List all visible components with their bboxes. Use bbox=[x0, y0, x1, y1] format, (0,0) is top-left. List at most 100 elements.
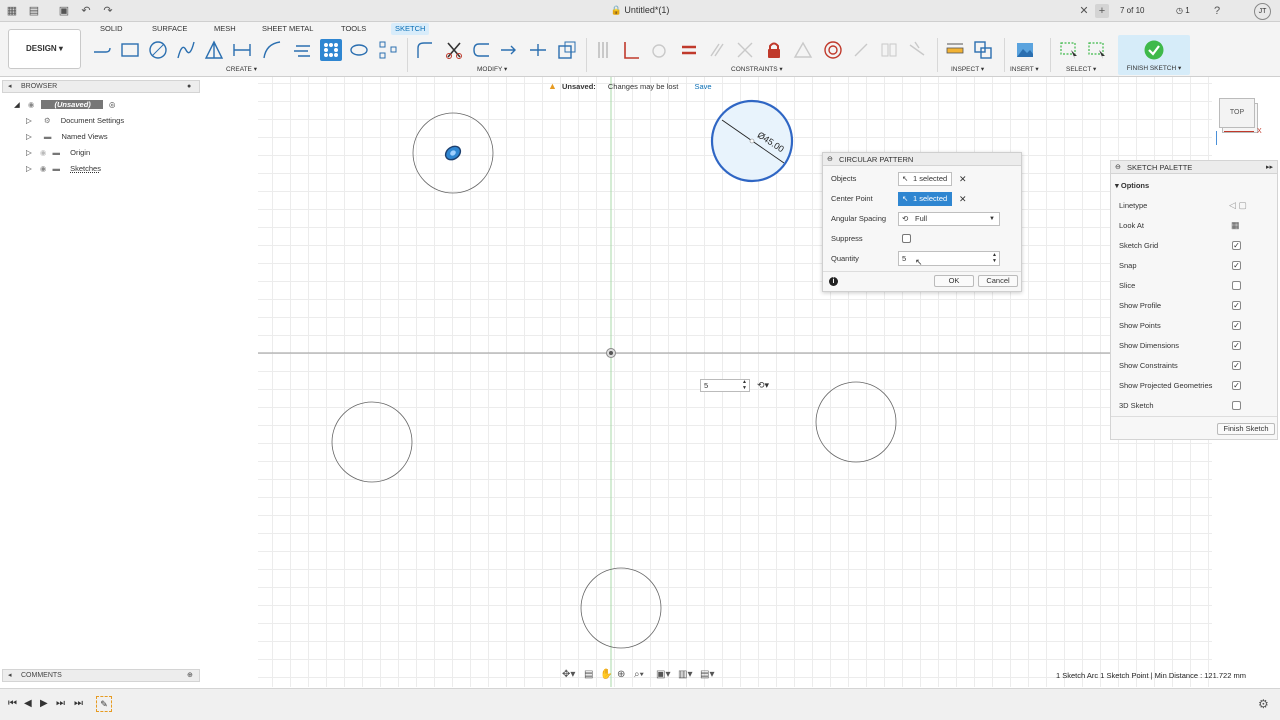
tab-surface[interactable]: SURFACE bbox=[148, 23, 191, 35]
options-section-header[interactable]: ▾ Options bbox=[1115, 180, 1149, 192]
cancel-button[interactable]: Cancel bbox=[978, 275, 1018, 287]
show-dimensions-checkbox[interactable]: ✓ bbox=[1232, 341, 1241, 350]
linetype-icon[interactable]: ◁ ▢ bbox=[1229, 200, 1247, 211]
window-select-icon[interactable] bbox=[1058, 39, 1080, 61]
objects-selector[interactable]: ↖ 1 selected bbox=[898, 172, 952, 186]
circular-pattern-icon[interactable] bbox=[320, 39, 342, 61]
insert-image-icon[interactable] bbox=[1014, 39, 1036, 61]
polygon-icon[interactable] bbox=[203, 39, 225, 61]
save-link[interactable]: Save bbox=[694, 82, 711, 91]
orbit-icon[interactable]: ✥▾ bbox=[562, 669, 575, 680]
pin-icon[interactable]: ● bbox=[187, 81, 191, 93]
ellipse-icon[interactable] bbox=[348, 39, 370, 61]
display-settings-icon[interactable]: ▣▾ bbox=[656, 669, 670, 680]
tree-item-document-settings[interactable]: ▷ ⚙ Document Settings bbox=[26, 114, 124, 128]
perpendicular-icon[interactable] bbox=[620, 39, 642, 61]
notifications[interactable]: ◷ 1 bbox=[1176, 6, 1190, 15]
extend-icon[interactable] bbox=[470, 39, 492, 61]
3d-sketch-checkbox[interactable] bbox=[1232, 401, 1241, 410]
visibility-eye-icon[interactable]: ◉ bbox=[40, 148, 47, 157]
collapse-icon[interactable]: ⊖ bbox=[827, 153, 833, 166]
gear-icon[interactable]: ⚙ bbox=[1258, 697, 1269, 711]
fillet-icon[interactable] bbox=[413, 39, 435, 61]
ok-button[interactable]: OK bbox=[934, 275, 974, 287]
look-at-icon[interactable]: ▤ bbox=[584, 669, 593, 680]
center-point-marker[interactable] bbox=[606, 348, 616, 358]
tree-root[interactable]: ◢ ◉ (Unsaved) ◎ bbox=[14, 98, 115, 112]
view-cube[interactable]: TOP bbox=[1219, 98, 1255, 128]
direction-toggle-icon[interactable]: ⟲▾ bbox=[757, 380, 769, 391]
show-projected-geometries-checkbox[interactable]: ✓ bbox=[1232, 381, 1241, 390]
curvature-icon[interactable] bbox=[906, 39, 928, 61]
pattern-handle-icon[interactable] bbox=[443, 143, 463, 162]
info-icon[interactable]: i bbox=[829, 277, 838, 286]
select-group-label[interactable]: SELECT ▾ bbox=[1066, 65, 1096, 73]
expand-icon[interactable]: ◢ bbox=[14, 100, 20, 109]
measure-icon[interactable] bbox=[944, 39, 966, 61]
equal-icon[interactable] bbox=[678, 39, 700, 61]
modify-group-label[interactable]: MODIFY ▾ bbox=[477, 65, 507, 73]
sketch-circle[interactable] bbox=[580, 567, 662, 649]
spline-icon[interactable] bbox=[261, 39, 283, 61]
tree-item-origin[interactable]: ▷ ◉ ▬ Origin bbox=[26, 146, 90, 160]
finish-sketch-button[interactable]: FINISH SKETCH ▾ bbox=[1118, 35, 1190, 75]
dialog-title-bar[interactable]: ⊖ CIRCULAR PATTERN bbox=[823, 153, 1021, 166]
comments-panel-header[interactable]: ◂ COMMENTS ⊕ bbox=[2, 669, 200, 682]
offset-icon[interactable] bbox=[291, 39, 313, 61]
tab-sheet-metal[interactable]: SHEET METAL bbox=[258, 23, 317, 35]
expand-icon[interactable]: ▷ bbox=[26, 132, 32, 141]
tangent-icon[interactable] bbox=[648, 39, 670, 61]
collinear-icon[interactable] bbox=[850, 39, 872, 61]
tree-item-sketches[interactable]: ▷ ◉ ▬ Sketches bbox=[26, 162, 101, 176]
show-constraints-checkbox[interactable]: ✓ bbox=[1232, 361, 1241, 370]
stepper-arrows-icon[interactable]: ▲ ▼ bbox=[742, 379, 747, 391]
tab-count[interactable]: 7 of 10 bbox=[1120, 6, 1144, 15]
zoom-icon[interactable]: ⊕ bbox=[617, 669, 625, 680]
arc-icon[interactable] bbox=[175, 39, 197, 61]
help-icon[interactable]: ? bbox=[1210, 4, 1224, 18]
visibility-eye-icon[interactable]: ◉ bbox=[40, 164, 47, 173]
sketch-circle[interactable] bbox=[331, 401, 413, 483]
break-icon[interactable] bbox=[498, 39, 520, 61]
palette-finish-sketch-button[interactable]: Finish Sketch bbox=[1217, 423, 1275, 435]
activate-radio-icon[interactable]: ◎ bbox=[109, 100, 116, 109]
expand-icon[interactable]: ▷ bbox=[26, 148, 32, 157]
tab-tools[interactable]: TOOLS bbox=[337, 23, 370, 35]
new-tab-icon[interactable]: + bbox=[1095, 4, 1109, 18]
parallel-icon[interactable] bbox=[706, 39, 728, 61]
symmetry-icon[interactable] bbox=[734, 39, 756, 61]
tab-solid[interactable]: SOLID bbox=[96, 23, 127, 35]
insert-group-label[interactable]: INSERT ▾ bbox=[1010, 65, 1039, 73]
go-to-start-icon[interactable]: ⏮ bbox=[8, 698, 17, 709]
tab-mesh[interactable]: MESH bbox=[210, 23, 240, 35]
tree-item-named-views[interactable]: ▷ ▬ Named Views bbox=[26, 130, 108, 144]
fix-lock-icon[interactable] bbox=[763, 39, 785, 61]
create-group-label[interactable]: CREATE ▾ bbox=[226, 65, 257, 73]
stepper-arrows-icon[interactable]: ▲ ▼ bbox=[992, 252, 997, 264]
workspace-switcher[interactable]: DESIGN ▾ bbox=[8, 29, 81, 69]
avatar[interactable]: JT bbox=[1254, 3, 1271, 20]
sketch-circle[interactable] bbox=[815, 381, 897, 463]
sketch-canvas[interactable]: Ø45.00 5▲▼ ⟲▾ TOP bbox=[258, 77, 1258, 687]
constraints-group-label[interactable]: CONSTRAINTS ▾ bbox=[731, 65, 783, 73]
show-points-checkbox[interactable]: ✓ bbox=[1232, 321, 1241, 330]
offset-modify-icon[interactable] bbox=[556, 39, 578, 61]
inline-quantity-input[interactable]: 5 ▲ ▼ bbox=[700, 379, 750, 392]
interference-icon[interactable] bbox=[972, 39, 994, 61]
collapse-icon[interactable]: ◂ bbox=[8, 670, 12, 682]
circle-icon[interactable] bbox=[147, 39, 169, 61]
freeform-select-icon[interactable] bbox=[1086, 39, 1108, 61]
look-at-icon[interactable]: ▦ bbox=[1231, 220, 1240, 231]
close-tab-icon[interactable]: ✕ bbox=[1077, 4, 1091, 18]
zoom-window-icon[interactable]: ⌕▾ bbox=[634, 669, 644, 680]
browser-panel-header[interactable]: ◂ BROWSER ● bbox=[2, 80, 200, 93]
slice-checkbox[interactable] bbox=[1232, 281, 1241, 290]
show-profile-checkbox[interactable]: ✓ bbox=[1232, 301, 1241, 310]
visibility-eye-icon[interactable]: ◉ bbox=[28, 100, 35, 109]
step-back-icon[interactable]: ◀ bbox=[24, 698, 32, 709]
play-icon[interactable]: ▶ bbox=[40, 698, 48, 709]
midpoint-icon[interactable] bbox=[792, 39, 814, 61]
expand-icon[interactable]: ▷ bbox=[26, 116, 32, 125]
center-point-selector[interactable]: ↖ 1 selected bbox=[898, 192, 952, 206]
clear-center-button[interactable]: ✕ bbox=[959, 193, 967, 205]
